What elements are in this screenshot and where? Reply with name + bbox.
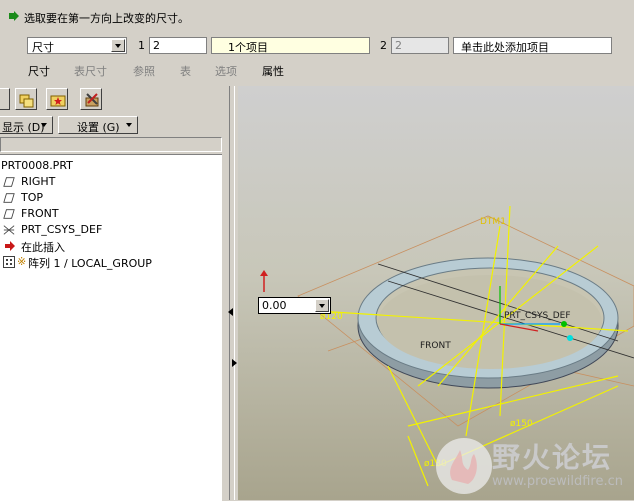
csys-label: PRT_CSYS_DEF	[504, 311, 571, 321]
tree-header-bar	[0, 137, 222, 152]
tree-item-csys[interactable]: PRT_CSYS_DEF	[0, 222, 220, 238]
tree-item-part[interactable]: PRT0008.PRT	[0, 158, 220, 174]
tree-item-top[interactable]: TOP	[0, 190, 220, 206]
pattern-dashboard: 选取要在第一方向上改变的尺寸。 尺寸 1 2 1个项目 2 2 单击此处添加项目…	[0, 0, 634, 86]
edit-marker-icon	[260, 270, 268, 292]
datum-plane-icon	[3, 177, 15, 187]
tree-item-label: PRT_CSYS_DEF	[21, 223, 103, 236]
datum-label-front: FRONT	[420, 341, 451, 351]
tree-item-label: PRT0008.PRT	[1, 159, 73, 172]
direction1-items-collector[interactable]: 1个项目	[211, 37, 370, 54]
direction1-count-input[interactable]: 2	[149, 37, 207, 54]
chevron-down-icon[interactable]	[315, 299, 329, 312]
model-tree-tab[interactable]	[0, 88, 10, 110]
datum-plane-icon	[3, 193, 15, 203]
tab-references[interactable]: 参照	[133, 63, 155, 79]
tree-item-pattern[interactable]: ※ 阵列 1 / LOCAL_GROUP	[0, 254, 220, 270]
splitter-highlight	[234, 86, 235, 500]
datum-label-dtm: DTM1	[480, 217, 506, 227]
tree-item-front[interactable]: FRONT	[0, 206, 220, 222]
pattern-icon	[3, 256, 15, 268]
coordinate-system-icon	[3, 225, 15, 235]
tree-item-label: FRONT	[21, 207, 59, 220]
tree-item-label: TOP	[21, 191, 44, 204]
dimension-value-input[interactable]: 0.00	[258, 297, 331, 314]
display-button-label: 显示 (D)	[2, 121, 45, 134]
folders-icon	[19, 94, 34, 108]
tree-item-right[interactable]: RIGHT	[0, 174, 220, 190]
chevron-down-icon	[126, 123, 132, 127]
direction1-label: 1	[138, 39, 145, 52]
tab-tables[interactable]: 表	[180, 63, 191, 79]
tab-options[interactable]: 选项	[215, 63, 237, 79]
message-prompt: 选取要在第一方向上改变的尺寸。	[24, 12, 189, 25]
modified-marker-icon: ※	[17, 255, 27, 268]
splitter-line	[229, 86, 230, 500]
connections-tab[interactable]	[80, 88, 102, 110]
model-tree: PRT0008.PRT RIGHT TOP FRONT PRT_CSYS_DEF…	[0, 154, 222, 501]
dimension-value: 0.00	[262, 299, 287, 312]
chevron-down-icon[interactable]	[111, 39, 125, 52]
panel-splitter[interactable]	[226, 86, 238, 500]
tab-properties[interactable]: 属性	[262, 63, 284, 79]
direction2-label: 2	[380, 39, 387, 52]
tree-item-insert-here[interactable]: 在此插入	[0, 238, 220, 254]
model-tree-panel: 显示 (D) 设置 (G) PRT0008.PRT RIGHT TOP FRON…	[0, 86, 226, 501]
favorites-tab[interactable]	[46, 88, 68, 110]
tree-item-label: RIGHT	[21, 175, 56, 188]
chevron-down-icon	[41, 123, 47, 127]
display-menu-button[interactable]: 显示 (D)	[0, 116, 53, 134]
tree-item-label: 阵列 1 / LOCAL_GROUP	[28, 257, 152, 270]
tab-dimensions[interactable]: 尺寸	[28, 63, 50, 79]
settings-button-label: 设置 (G)	[77, 121, 120, 134]
collapse-left-icon[interactable]	[228, 308, 234, 316]
tab-table-dimensions[interactable]: 表尺寸	[74, 63, 107, 79]
watermark-url: www.proewildfire.cn	[492, 474, 623, 489]
settings-menu-button[interactable]: 设置 (G)	[58, 116, 138, 134]
tree-item-label: 在此插入	[21, 241, 65, 254]
direction2-items-collector[interactable]: 单击此处添加项目	[453, 37, 612, 54]
pattern-type-select[interactable]: 尺寸	[27, 37, 127, 54]
favorites-folder-icon	[50, 95, 66, 107]
tools-icon	[85, 93, 99, 107]
insert-here-arrow-icon	[5, 241, 15, 251]
datum-plane-icon	[3, 209, 15, 219]
pattern-type-value: 尺寸	[32, 41, 54, 54]
watermark-title: 野火论坛	[492, 441, 613, 474]
prompt-arrow-icon	[9, 11, 19, 21]
direction2-count-input[interactable]: 2	[391, 37, 449, 54]
dimension-label-bottom[interactable]: ø150	[510, 419, 533, 429]
folder-browser-tab[interactable]	[15, 88, 37, 110]
